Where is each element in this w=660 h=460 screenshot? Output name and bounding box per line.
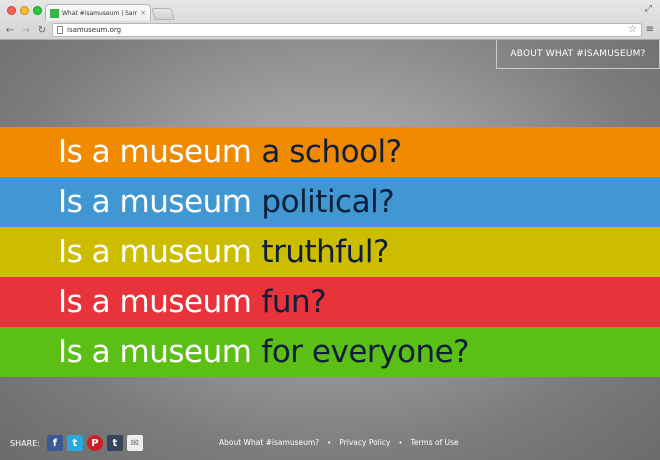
- question-tail: political?: [261, 184, 395, 220]
- footer-link[interactable]: Terms of Use: [411, 438, 459, 447]
- question-lead: Is a museum: [58, 334, 252, 370]
- back-icon[interactable]: ←: [4, 25, 16, 36]
- question-lead: Is a museum: [58, 234, 252, 270]
- twitter-icon[interactable]: t: [66, 435, 83, 451]
- question-bands: Is a museum a school? Is a museum political…: [0, 127, 660, 377]
- question-lead: Is a museum: [58, 184, 252, 220]
- footer-links: About What #isamuseum? • Privacy Policy • Te…: [219, 438, 459, 447]
- bookmark-star-icon[interactable]: ☆: [628, 24, 637, 36]
- fullscreen-icon[interactable]: ⤢: [645, 4, 652, 14]
- question-tail: fun?: [261, 284, 327, 320]
- footer-link[interactable]: Privacy Policy: [339, 438, 390, 447]
- question-tail: a school?: [261, 134, 402, 170]
- minimize-window-button[interactable]: [20, 6, 29, 15]
- question-tail: truthful?: [261, 234, 389, 270]
- question-band[interactable]: Is a museum political?: [0, 177, 660, 227]
- question-band[interactable]: Is a museum for everyone?: [0, 327, 660, 377]
- address-bar[interactable]: isamuseum.org ☆: [52, 23, 642, 37]
- pinterest-icon[interactable]: P: [86, 435, 103, 451]
- browser-chrome: What #isamuseum | Sam D × ⤢ ← → ↻ isamus…: [0, 0, 660, 40]
- question-band[interactable]: Is a museum a school?: [0, 127, 660, 177]
- footer-separator: •: [327, 438, 332, 447]
- question-band[interactable]: Is a museum truthful?: [0, 227, 660, 277]
- reload-icon[interactable]: ↻: [36, 25, 48, 36]
- share-label: SHARE:: [10, 438, 40, 448]
- page-icon: [57, 26, 63, 34]
- tab-close-icon[interactable]: ×: [140, 9, 146, 17]
- about-button[interactable]: ABOUT WHAT #ISAMUSEUM?: [496, 40, 660, 69]
- window-controls: [7, 6, 42, 15]
- question-lead: Is a museum: [58, 284, 252, 320]
- footer-separator: •: [398, 438, 403, 447]
- question-lead: Is a museum: [58, 134, 252, 170]
- favicon-icon: [50, 8, 59, 18]
- question-band[interactable]: Is a museum fun?: [0, 277, 660, 327]
- facebook-icon[interactable]: f: [46, 435, 63, 451]
- footer-link[interactable]: About What #isamuseum?: [219, 438, 319, 447]
- close-window-button[interactable]: [7, 6, 16, 15]
- forward-icon[interactable]: →: [20, 25, 32, 36]
- page-content: ABOUT WHAT #ISAMUSEUM? Is a museum a scho…: [0, 40, 660, 460]
- tumblr-icon[interactable]: t: [106, 435, 123, 451]
- browser-tab[interactable]: What #isamuseum | Sam D ×: [45, 4, 151, 21]
- menu-icon[interactable]: ≡: [646, 24, 654, 35]
- zoom-window-button[interactable]: [33, 6, 42, 15]
- email-icon[interactable]: ✉: [126, 435, 143, 451]
- url-text[interactable]: isamuseum.org: [67, 26, 121, 34]
- tab-title: What #isamuseum | Sam D: [62, 9, 138, 17]
- question-tail: for everyone?: [261, 334, 470, 370]
- new-tab-button[interactable]: [151, 8, 175, 20]
- browser-toolbar: ← → ↻ isamuseum.org ☆ ≡: [0, 21, 660, 40]
- share-bar: SHARE: f t Pt ✉: [10, 435, 143, 451]
